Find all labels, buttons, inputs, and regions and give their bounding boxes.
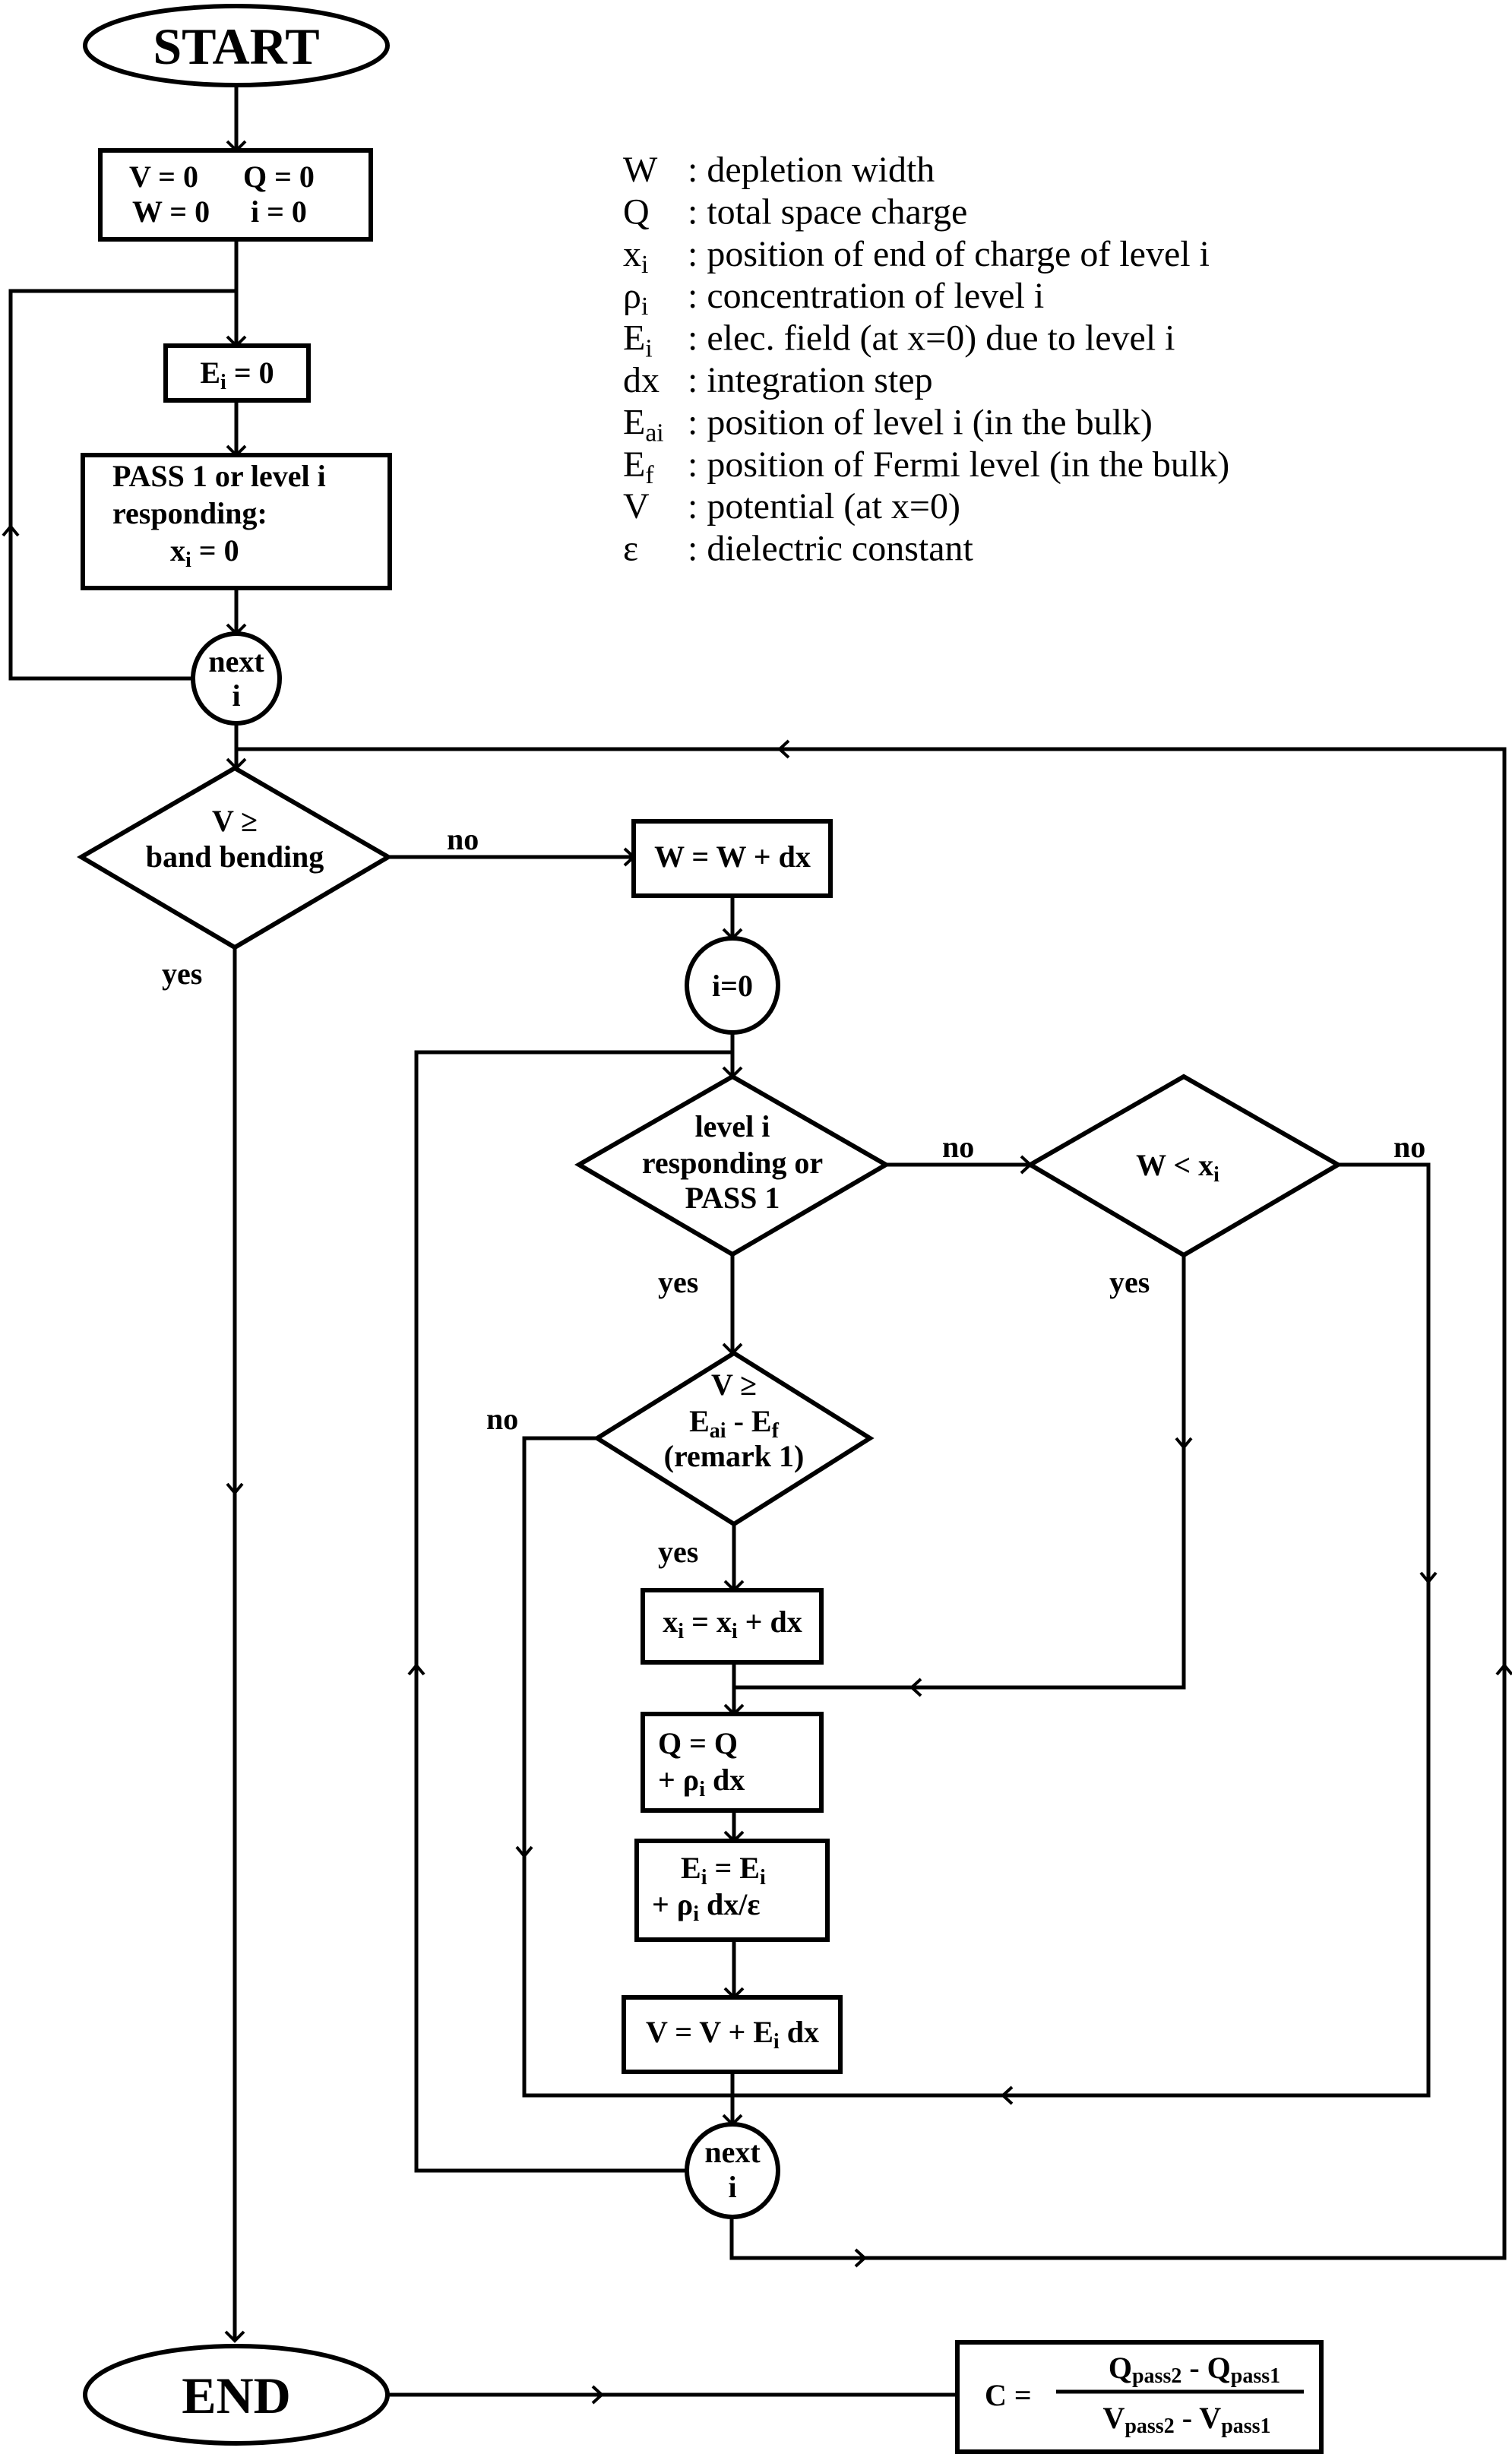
w-update-label: W = W + dx	[654, 840, 811, 874]
v-update-label: V = V + Ei dx	[646, 2015, 819, 2054]
label-w-yes: yes	[1109, 1265, 1150, 1299]
i-zero-connector: i=0	[685, 936, 780, 1035]
pass-box: PASS 1 or level i responding: xi = 0	[81, 453, 392, 590]
legend-description: : position of Fermi level (in the bulk)	[688, 444, 1229, 485]
wx-label: W < xi	[1136, 1148, 1219, 1187]
legend-description: : dielectric constant	[688, 529, 974, 569]
legend-description: : depletion width	[688, 150, 935, 190]
label-level-yes: yes	[658, 1265, 698, 1299]
w-update-box: W = W + dx	[631, 819, 833, 898]
legend-symbol: Ei	[623, 318, 653, 363]
level-line3: PASS 1	[685, 1181, 780, 1215]
init-q: Q = 0	[243, 160, 315, 194]
q-update-box: Q = Q + ρi dx	[641, 1712, 824, 1813]
pass-line2: responding:	[112, 496, 267, 530]
init-v: V = 0	[129, 160, 198, 194]
level-line1: level i	[695, 1109, 770, 1143]
legend-symbol: Ef	[623, 444, 654, 489]
start-label: START	[153, 17, 319, 75]
capacitance-box: C = Qpass2 - Qpass1 Vpass2 - Vpass1	[955, 2340, 1324, 2454]
end-label: END	[182, 2367, 291, 2424]
legend-entry: V : potential (at x=0)	[623, 486, 960, 527]
capacitance-lhs: C =	[985, 2378, 1032, 2412]
init-box: V = 0 Q = 0 W = 0 i = 0	[98, 148, 373, 242]
legend-entry: ρi : concentration of level i	[623, 276, 1044, 321]
start-terminal: START	[83, 4, 390, 87]
legend-symbol: Eai	[623, 402, 664, 447]
legend-entry: Ei : elec. field (at x=0) due to level i	[623, 318, 1175, 363]
v-line3: (remark 1)	[664, 1439, 805, 1473]
decision-w-less-xi: W < xi	[1026, 1074, 1343, 1258]
legend-description: : total space charge	[688, 191, 967, 232]
legend-entry: Q : total space charge	[623, 191, 967, 232]
legend-entry: ε : dielectric constant	[623, 529, 974, 569]
label-w-no: no	[1393, 1130, 1425, 1164]
legend-entry: Eai : position of level i (in the bulk)	[623, 402, 1153, 447]
legend-entry: Ef : position of Fermi level (in the bulk…	[623, 444, 1229, 489]
ei-reset-label: Ei = 0	[200, 356, 274, 394]
level-line2: responding or	[642, 1146, 823, 1180]
legend-description: : elec. field (at x=0) due to level i	[688, 318, 1175, 359]
legend-symbol: Q	[623, 191, 650, 232]
label-band-no: no	[447, 822, 479, 856]
legend-symbol: dx	[623, 360, 660, 400]
end-terminal: END	[83, 2344, 390, 2446]
pass-line1: PASS 1 or level i	[112, 459, 326, 493]
legend-description: : position of end of charge of level i	[688, 234, 1210, 274]
legend-symbol: V	[623, 486, 650, 527]
next-i-connector-2: next i	[685, 2122, 780, 2219]
ei-reset-box: Ei = 0	[163, 343, 311, 403]
legend-description: : potential (at x=0)	[688, 486, 960, 527]
v-line1: V ≥	[711, 1368, 757, 1402]
next1-line1: next	[208, 644, 264, 678]
init-i: i = 0	[251, 194, 307, 229]
e-line1: Ei = Ei	[681, 1851, 766, 1890]
decision-v-threshold: V ≥ Eai - Ef (remark 1)	[593, 1350, 875, 1527]
e-update-box: Ei = Ei + ρi dx/ε	[634, 1839, 830, 1942]
legend-symbol: W	[623, 150, 658, 190]
label-band-yes: yes	[162, 957, 202, 991]
i-zero-label: i=0	[712, 969, 753, 1003]
legend-entry: xi : position of end of charge of level i	[623, 234, 1210, 279]
pass-line3: xi = 0	[170, 533, 239, 572]
legend-entry: dx : integration step	[623, 360, 933, 400]
legend-description: : integration step	[688, 360, 933, 400]
band-line2: band bending	[146, 840, 324, 874]
legend-entry: W : depletion width	[623, 150, 935, 190]
flowchart: START V = 0 Q = 0 W = 0 i = 0 Ei = 0 PAS…	[2, 4, 1512, 2454]
v-line2: Eai - Ef	[689, 1404, 779, 1443]
edge-return-top	[236, 747, 1507, 2260]
decision-band-bending: V ≥ band bending	[77, 765, 393, 950]
v-update-box: V = V + Ei dx	[622, 1995, 843, 2074]
legend-description: : concentration of level i	[688, 276, 1044, 316]
legend-symbol: ρi	[623, 276, 648, 321]
init-w: W = 0	[132, 194, 210, 229]
xi-update-box: xi = xi + dx	[641, 1588, 824, 1665]
decision-level-responding: level i responding or PASS 1	[574, 1074, 890, 1257]
band-line1: V ≥	[212, 804, 258, 838]
legend-description: : position of level i (in the bulk)	[688, 402, 1153, 442]
legend-symbol: xi	[623, 234, 648, 279]
label-v-no: no	[486, 1402, 518, 1436]
next2-line1: next	[704, 2135, 761, 2169]
legend: W: depletion widthQ: total space chargex…	[623, 150, 1229, 569]
next1-line2: i	[232, 678, 240, 713]
label-v-yes: yes	[658, 1535, 698, 1569]
legend-symbol: ε	[623, 529, 638, 569]
next2-line2: i	[728, 2170, 736, 2204]
next-i-connector-1: next i	[191, 631, 282, 726]
label-level-no: no	[942, 1130, 974, 1164]
q-line1: Q = Q	[658, 1726, 738, 1760]
e-line2: + ρi dx/ε	[652, 1887, 760, 1926]
